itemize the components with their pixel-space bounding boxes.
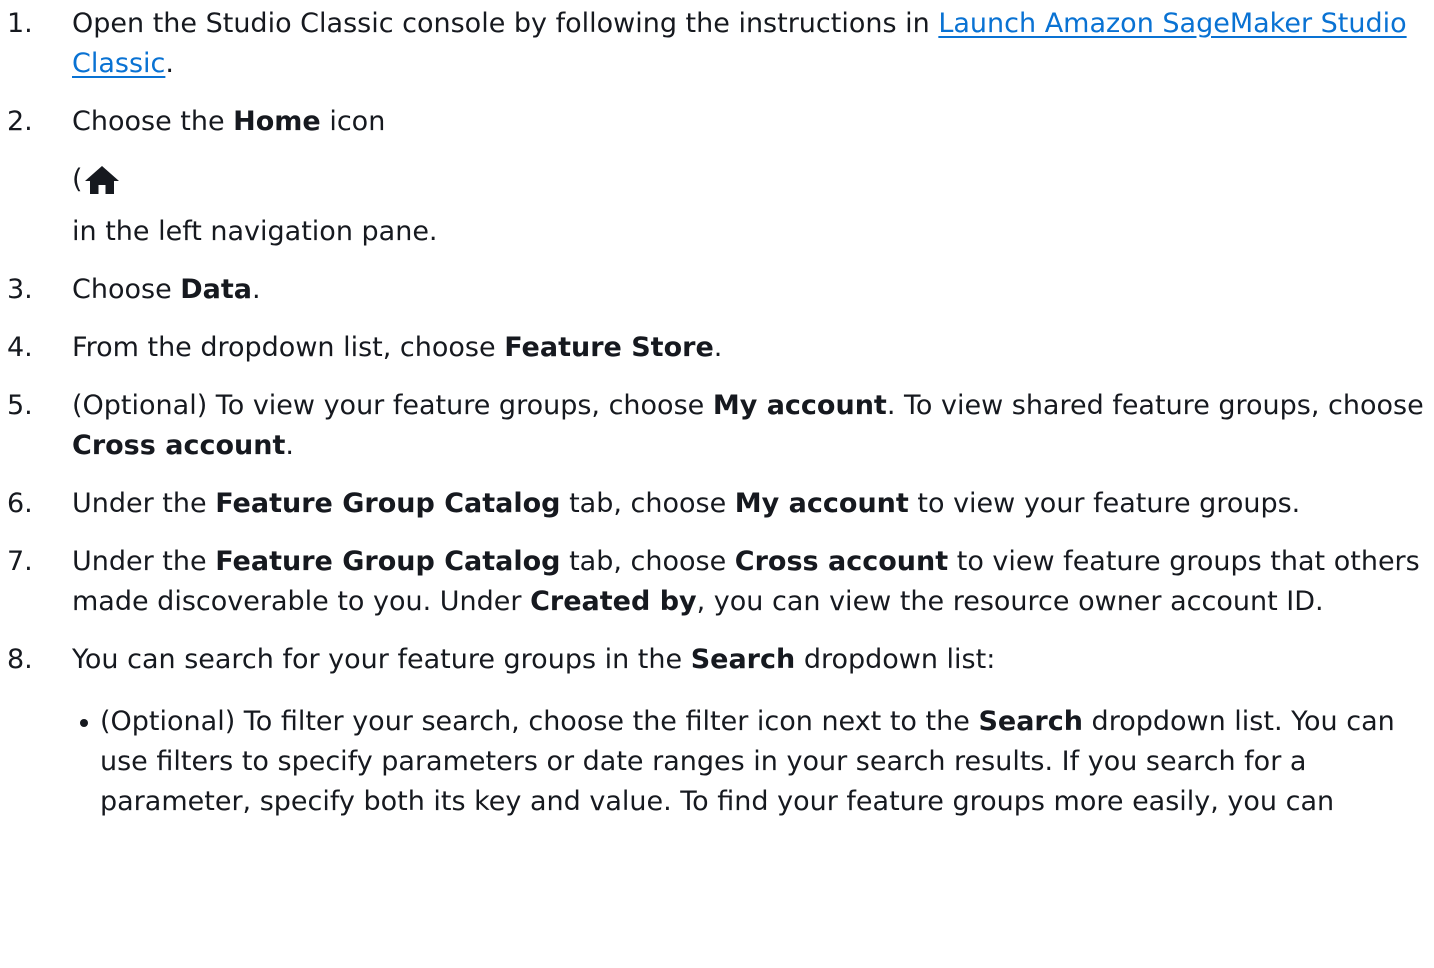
- step-text: Under the: [72, 546, 216, 577]
- step-5: 5. (Optional) To view your feature group…: [0, 386, 1434, 466]
- step-text: Open the Studio Classic console by follo…: [72, 8, 939, 39]
- step-6: 6. Under the Feature Group Catalog tab, …: [0, 484, 1434, 524]
- open-paren: (: [72, 164, 83, 195]
- ui-term: Feature Group Catalog: [215, 488, 561, 519]
- step-number: 6.: [7, 488, 33, 519]
- sub-steps: (Optional) To filter your search, choose…: [72, 702, 1424, 822]
- ui-term: Cross account: [72, 430, 286, 461]
- step-number: 2.: [7, 106, 33, 137]
- step-text: Choose the: [72, 106, 234, 137]
- ui-term: My account: [712, 390, 887, 421]
- step-continuation: in the left navigation pane.: [72, 216, 438, 247]
- step-number: 5.: [7, 390, 33, 421]
- ui-term: Cross account: [734, 546, 949, 577]
- step-number: 8.: [7, 644, 33, 675]
- home-icon: [84, 165, 120, 195]
- ui-term: Search: [690, 644, 796, 675]
- step-text: to view your feature groups.: [908, 488, 1301, 519]
- ui-term: My account: [734, 488, 909, 519]
- step-8: 8. You can search for your feature group…: [0, 640, 1434, 822]
- list-item: (Optional) To filter your search, choose…: [72, 702, 1424, 822]
- documentation-page: 1. Open the Studio Classic console by fo…: [0, 0, 1434, 968]
- step-text: .: [285, 430, 294, 461]
- ui-term: Feature Store: [504, 332, 714, 363]
- icon-line: (: [72, 160, 1424, 200]
- step-text: .: [713, 332, 723, 363]
- step-3: 3. Choose Data.: [0, 270, 1434, 310]
- ui-term: Home: [233, 106, 321, 137]
- step-7: 7. Under the Feature Group Catalog tab, …: [0, 542, 1434, 622]
- step-text: Choose: [72, 274, 181, 305]
- step-text: .: [165, 48, 174, 79]
- step-text: .: [252, 274, 261, 305]
- step-text: (Optional) To view your feature groups, …: [72, 390, 713, 421]
- ui-term: Search: [978, 706, 1083, 737]
- ui-term: Feature Group Catalog: [215, 546, 561, 577]
- step-text: dropdown list:: [795, 644, 996, 675]
- step-text: , you can view the resource owner accoun…: [696, 586, 1324, 617]
- step-text: Under the: [72, 488, 216, 519]
- ui-term: Data: [180, 274, 253, 305]
- procedure-steps: 1. Open the Studio Classic console by fo…: [0, 4, 1434, 840]
- ui-term: Created by: [530, 586, 697, 617]
- step-text: (Optional) To filter your search, choose…: [100, 706, 979, 737]
- step-1: 1. Open the Studio Classic console by fo…: [0, 4, 1434, 84]
- step-text: icon: [320, 106, 386, 137]
- step-number: 4.: [7, 332, 33, 363]
- step-text: You can search for your feature groups i…: [72, 644, 691, 675]
- step-4: 4. From the dropdown list, choose Featur…: [0, 328, 1434, 368]
- step-number: 7.: [7, 546, 33, 577]
- step-2: 2. Choose the Home icon ( in the left na…: [0, 102, 1434, 252]
- step-text: tab, choose: [560, 488, 735, 519]
- step-number: 1.: [7, 8, 33, 39]
- step-number: 3.: [7, 274, 33, 305]
- step-text: From the dropdown list, choose: [72, 332, 505, 363]
- step-text: tab, choose: [560, 546, 735, 577]
- bullet-icon: [80, 719, 88, 727]
- step-text: . To view shared feature groups, choose: [886, 390, 1424, 421]
